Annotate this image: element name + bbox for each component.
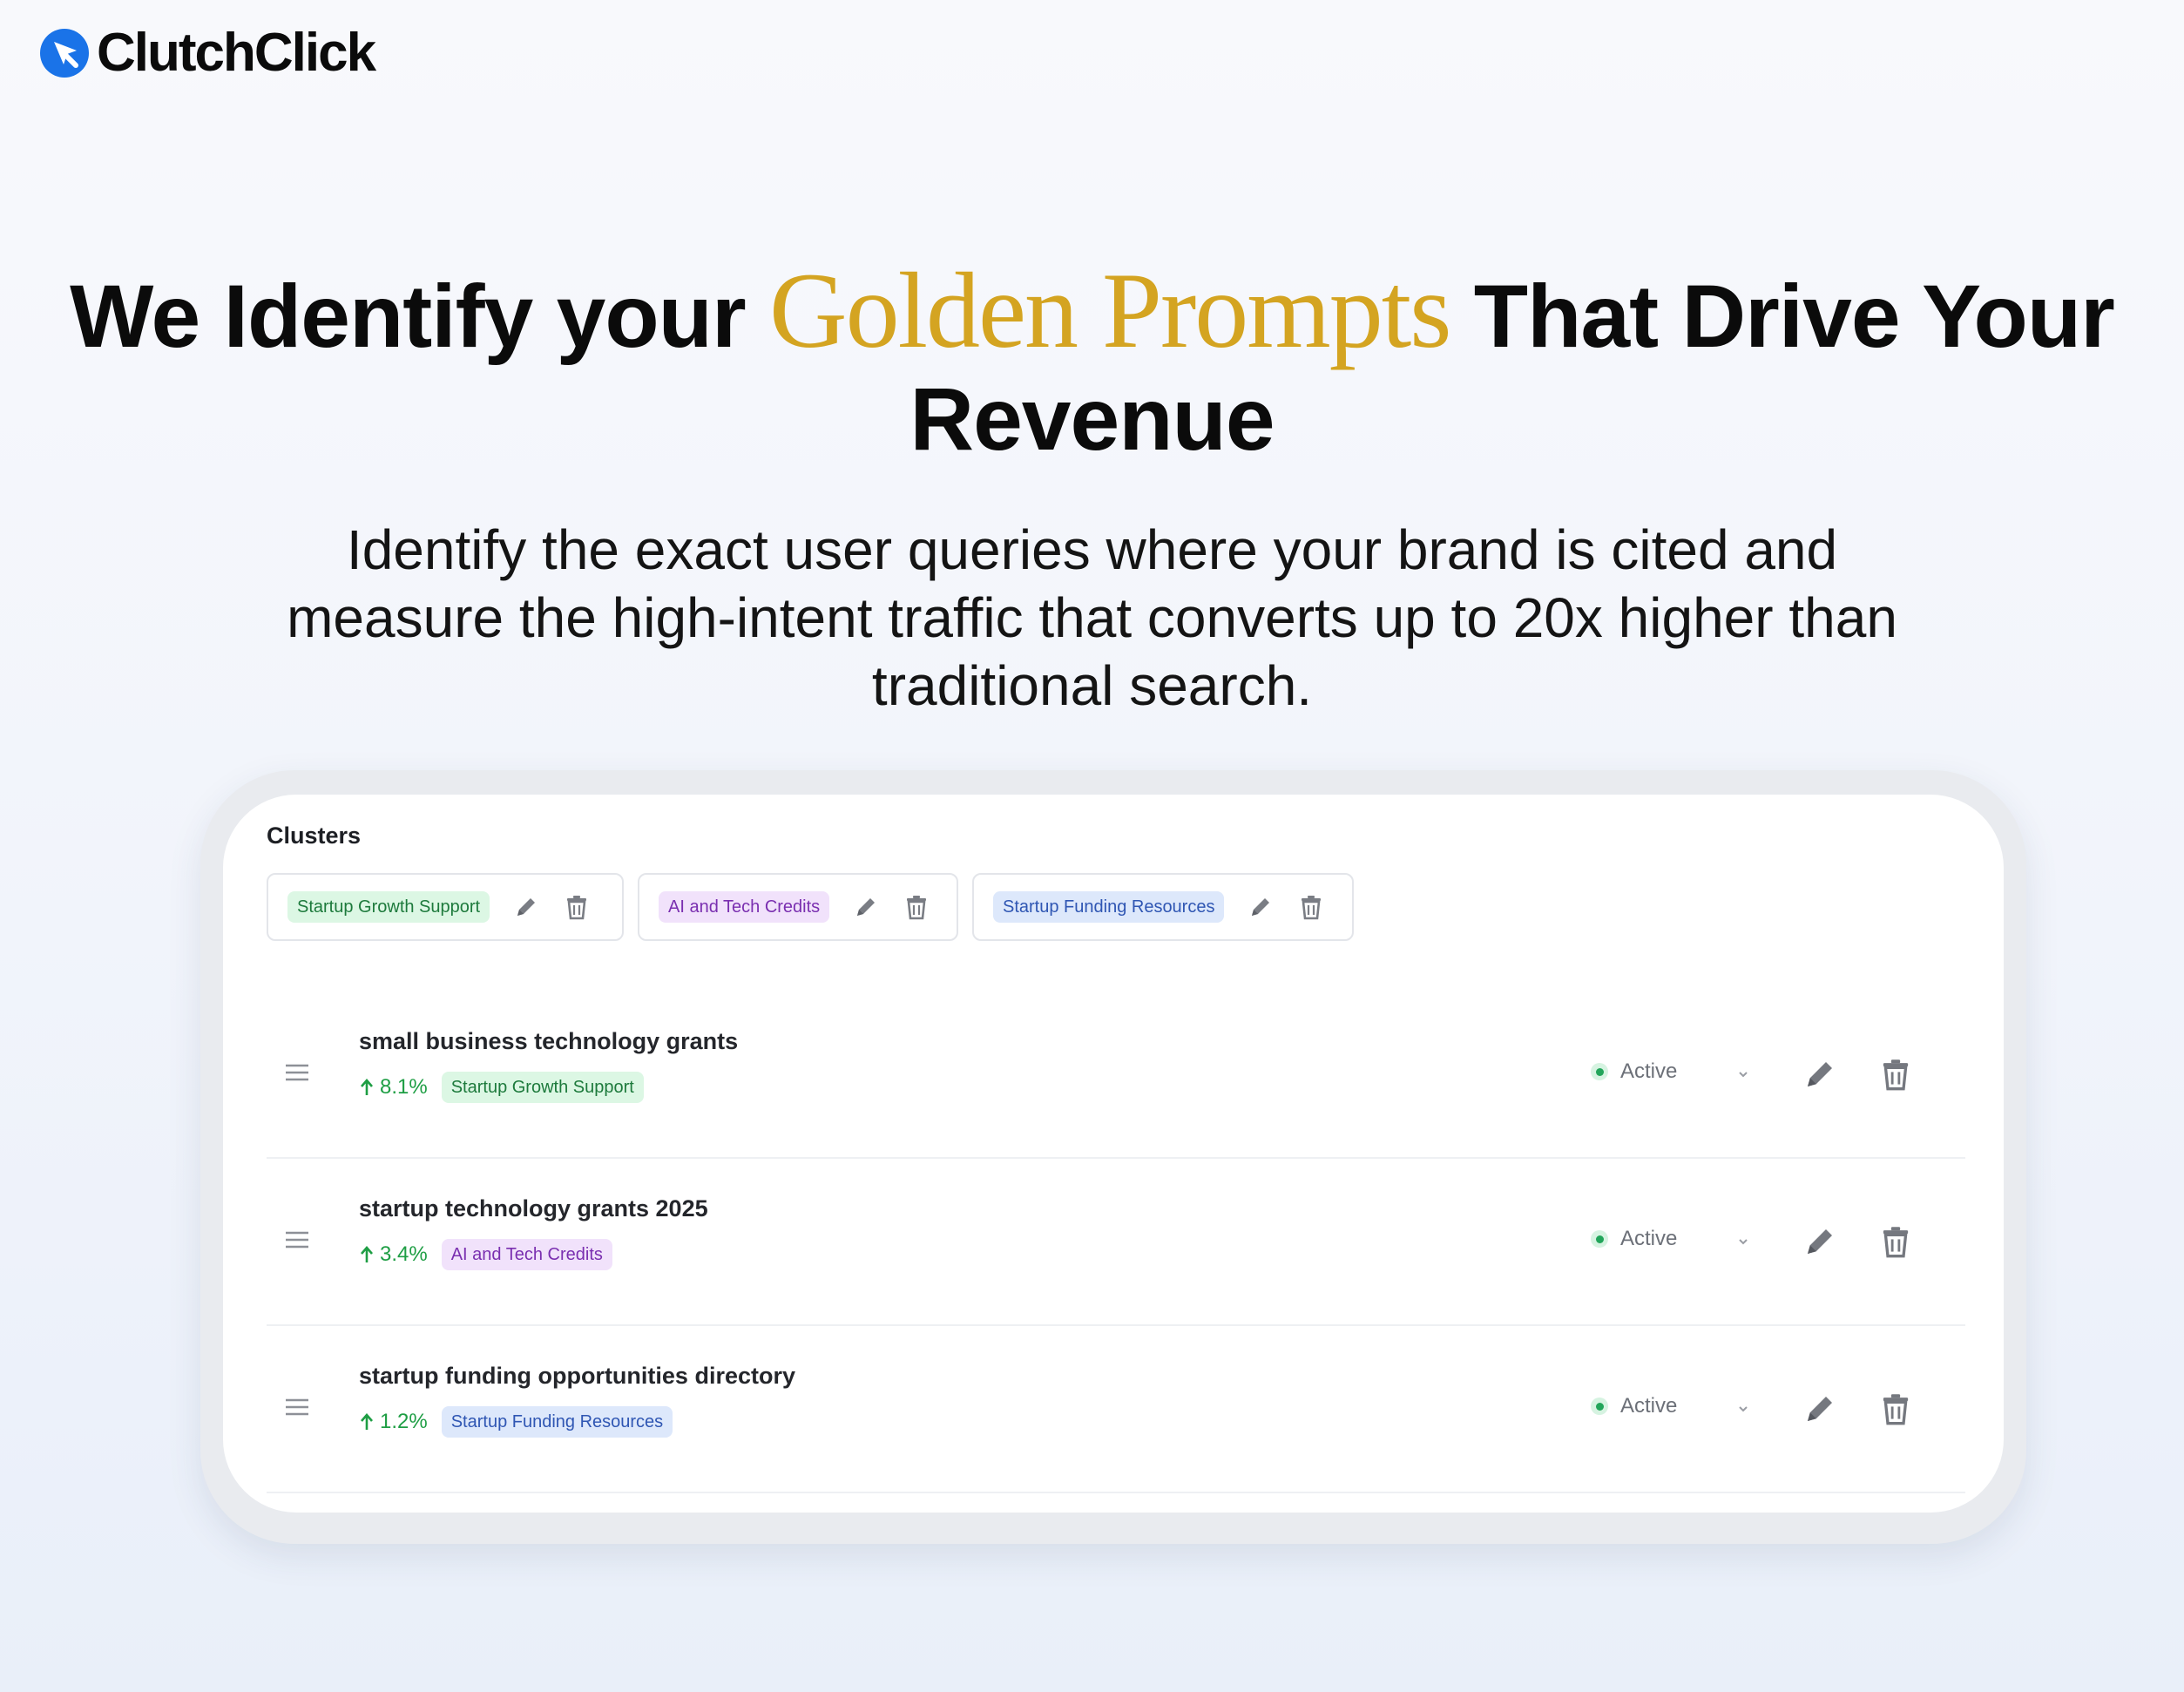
hero-title-before: We Identify your (70, 267, 770, 366)
prompt-row[interactable]: small business technology grants 8.1% St… (267, 992, 1965, 1159)
prompt-title: startup funding opportunities directory (359, 1363, 795, 1389)
cluster-chip[interactable]: Startup Growth Support (287, 891, 490, 923)
prompt-meta: 8.1% Startup Growth Support (359, 1072, 644, 1103)
hero-title: We Identify your Golden Prompts That Dri… (0, 257, 2184, 470)
chevron-down-icon[interactable] (1734, 1232, 1753, 1251)
trash-icon[interactable] (1880, 1223, 1911, 1264)
trend-value: 8.1% (380, 1075, 428, 1099)
status-label: Active (1620, 1059, 1678, 1083)
status-dot-icon (1591, 1230, 1608, 1248)
drag-handle-icon[interactable] (284, 1394, 310, 1420)
trash-icon[interactable] (903, 893, 930, 921)
trash-icon[interactable] (1880, 1391, 1911, 1431)
pencil-icon[interactable] (852, 893, 880, 921)
prompt-title: small business technology grants (359, 1028, 739, 1054)
chevron-down-icon[interactable] (1734, 1065, 1753, 1084)
pencil-icon[interactable] (1802, 1391, 1838, 1431)
pencil-icon[interactable] (1802, 1056, 1838, 1097)
trend-indicator: 1.2% (359, 1410, 428, 1434)
trash-icon[interactable] (1297, 893, 1325, 921)
trend-indicator: 3.4% (359, 1242, 428, 1267)
pencil-icon[interactable] (1802, 1223, 1838, 1264)
prompt-row[interactable]: startup technology grants 2025 3.4% AI a… (267, 1159, 1965, 1326)
status-select[interactable]: Active (1591, 1227, 1677, 1251)
trash-icon[interactable] (1880, 1056, 1911, 1097)
arrow-up-icon (361, 1413, 373, 1430)
prompt-list: small business technology grants 8.1% St… (267, 992, 1965, 1493)
clutchclick-logo-icon (40, 29, 89, 78)
status-select[interactable]: Active (1591, 1394, 1677, 1418)
prompt-row[interactable]: startup funding opportunities directory … (267, 1326, 1965, 1493)
status-dot-icon (1591, 1398, 1608, 1415)
prompt-meta: 3.4% AI and Tech Credits (359, 1239, 612, 1270)
prompt-title: startup technology grants 2025 (359, 1195, 708, 1222)
prompt-cluster-chip: AI and Tech Credits (441, 1239, 612, 1270)
chevron-down-icon[interactable] (1734, 1399, 1753, 1418)
prompt-cluster-chip: Startup Growth Support (441, 1072, 644, 1103)
clusters-heading: Clusters (267, 822, 362, 849)
trend-value: 3.4% (380, 1242, 428, 1266)
cluster-card-startup-growth-support: Startup Growth Support (267, 873, 624, 941)
cluster-chip[interactable]: Startup Funding Resources (993, 891, 1225, 923)
pencil-icon[interactable] (1247, 893, 1275, 921)
hero-title-highlight: Golden Prompts (769, 251, 1451, 370)
arrow-up-icon (361, 1246, 373, 1262)
hero-subtitle: Identify the exact user queries where yo… (287, 518, 1897, 717)
status-dot-icon (1591, 1063, 1608, 1080)
status-label: Active (1620, 1227, 1678, 1250)
cluster-card-startup-funding-resources: Startup Funding Resources (972, 873, 1354, 941)
prompt-cluster-chip: Startup Funding Resources (441, 1406, 673, 1438)
brand-logo[interactable]: ClutchClick (39, 23, 376, 83)
drag-handle-icon[interactable] (284, 1227, 310, 1253)
trend-indicator: 8.1% (359, 1075, 428, 1100)
arrow-up-icon (361, 1079, 373, 1095)
drag-handle-icon[interactable] (284, 1059, 310, 1086)
status-label: Active (1620, 1394, 1678, 1418)
cluster-card-ai-and-tech-credits: AI and Tech Credits (638, 873, 958, 941)
brand-name: ClutchClick (97, 23, 376, 83)
pencil-icon[interactable] (512, 893, 540, 921)
cluster-chip[interactable]: AI and Tech Credits (659, 891, 830, 923)
status-select[interactable]: Active (1591, 1059, 1677, 1084)
prompt-meta: 1.2% Startup Funding Resources (359, 1406, 673, 1438)
trash-icon[interactable] (563, 893, 591, 921)
trend-value: 1.2% (380, 1410, 428, 1433)
